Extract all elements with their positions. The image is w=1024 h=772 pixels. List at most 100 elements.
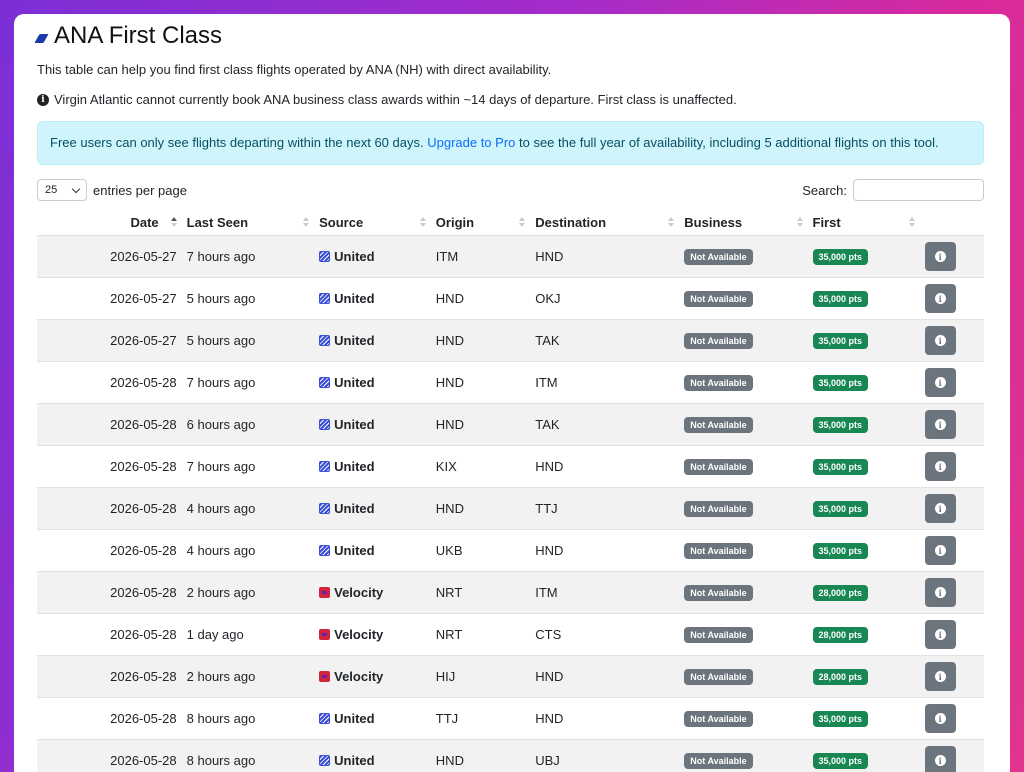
cell-first: 35,000 pts [812, 319, 925, 362]
details-button[interactable]: i [924, 536, 956, 565]
page-length-control: 25 entries per page [37, 179, 187, 201]
cell-business: Not Available [684, 403, 813, 446]
cell-destination: TAK [535, 403, 685, 446]
united-icon [319, 461, 331, 472]
cell-destination: TAK [535, 319, 685, 362]
business-status-badge: Not Available [684, 669, 753, 685]
first-points-badge: 28,000 pts [812, 627, 869, 643]
cell-origin: KIX [435, 445, 536, 488]
details-button[interactable]: i [924, 452, 956, 481]
sort-icon [419, 217, 426, 227]
cell-origin: NRT [435, 613, 536, 656]
cell-actions: i [924, 613, 984, 656]
info-icon: i [934, 335, 946, 346]
cell-last-seen: 5 hours ago [186, 319, 320, 362]
cell-destination: CTS [535, 613, 685, 656]
sort-icon [668, 217, 675, 227]
cell-business: Not Available [684, 319, 813, 362]
source-name: United [334, 459, 375, 474]
source-name: United [334, 711, 375, 726]
details-button[interactable]: i [924, 284, 956, 313]
details-button[interactable]: i [924, 494, 956, 523]
cell-source: United [319, 445, 436, 488]
cell-last-seen: 2 hours ago [186, 655, 320, 698]
table-row: 2026-05-28 8 hours ago United TTJ HND Not Ava… [37, 697, 984, 740]
details-button[interactable]: i [924, 746, 956, 772]
details-button[interactable]: i [924, 326, 956, 355]
business-status-badge: Not Available [684, 627, 753, 643]
info-icon: i [934, 251, 946, 262]
column-header-origin[interactable]: Origin [436, 209, 535, 236]
cell-date: 2026-05-27 [37, 319, 187, 362]
cell-date: 2026-05-28 [37, 571, 187, 614]
info-icon: i [934, 377, 946, 388]
info-icon: i [934, 503, 946, 514]
first-points-badge: 28,000 pts [812, 585, 869, 601]
source-name: United [334, 333, 375, 348]
cell-last-seen: 4 hours ago [186, 487, 320, 530]
source-name: United [334, 501, 375, 516]
cell-date: 2026-05-28 [37, 613, 187, 656]
cell-business: Not Available [684, 655, 813, 698]
cell-destination: HND [535, 445, 685, 488]
details-button[interactable]: i [924, 662, 956, 691]
business-status-badge: Not Available [684, 417, 753, 433]
first-points-badge: 35,000 pts [812, 459, 869, 475]
united-icon [319, 293, 331, 304]
column-header-source[interactable]: Source [319, 209, 436, 236]
ana-logo-icon [34, 33, 49, 43]
source-name: United [334, 753, 375, 768]
cell-date: 2026-05-28 [37, 697, 187, 740]
cell-origin: ITM [435, 235, 536, 278]
first-points-badge: 35,000 pts [812, 501, 869, 517]
first-points-badge: 35,000 pts [812, 711, 869, 727]
info-icon: i [934, 671, 946, 682]
details-button[interactable]: i [924, 410, 956, 439]
column-header-date[interactable]: Date [37, 209, 187, 236]
business-status-badge: Not Available [684, 711, 753, 727]
cell-origin: HIJ [435, 655, 536, 698]
details-button[interactable]: i [924, 704, 956, 733]
upgrade-link[interactable]: Upgrade to Pro [427, 135, 515, 150]
column-header-last-seen[interactable]: Last Seen [187, 209, 319, 236]
cell-source: United [319, 361, 436, 404]
search-input[interactable] [853, 179, 984, 201]
info-icon: i [934, 293, 946, 304]
page-length-value: 25 [45, 184, 58, 196]
cell-source: Velocity [319, 613, 436, 656]
cell-destination: TTJ [535, 487, 685, 530]
business-status-badge: Not Available [684, 753, 753, 769]
cell-actions: i [924, 655, 984, 698]
details-button[interactable]: i [924, 242, 956, 271]
business-status-badge: Not Available [684, 375, 753, 391]
details-button[interactable]: i [924, 368, 956, 397]
page-length-select[interactable]: 25 [37, 179, 87, 201]
first-points-badge: 35,000 pts [812, 291, 869, 307]
cell-source: Velocity [319, 571, 436, 614]
table-row: 2026-05-28 8 hours ago United HND UBJ Not Ava… [37, 739, 984, 772]
cell-first: 35,000 pts [812, 697, 925, 740]
cell-destination: HND [535, 697, 685, 740]
details-button[interactable]: i [924, 578, 956, 607]
cell-source: United [319, 529, 436, 572]
column-header-business[interactable]: Business [684, 209, 812, 236]
info-icon: i [37, 94, 49, 106]
column-header-first[interactable]: First [813, 209, 925, 236]
search-control: Search: [802, 179, 984, 201]
united-icon [319, 251, 331, 262]
cell-business: Not Available [684, 697, 813, 740]
source-name: United [334, 249, 375, 264]
alert-text-after: to see the full year of availability, in… [515, 135, 939, 150]
business-status-badge: Not Available [684, 543, 753, 559]
united-icon [319, 545, 331, 556]
sort-icon [303, 217, 310, 227]
cell-origin: HND [435, 361, 536, 404]
table-row: 2026-05-27 5 hours ago United HND TAK Not Ava… [37, 319, 984, 362]
table-row: 2026-05-28 4 hours ago United UKB HND Not Ava… [37, 529, 984, 572]
cell-first: 35,000 pts [812, 739, 925, 772]
cell-date: 2026-05-27 [37, 235, 187, 278]
cell-last-seen: 1 day ago [186, 613, 320, 656]
main-card: ANA First Class This table can help you … [14, 14, 1010, 772]
column-header-destination[interactable]: Destination [535, 209, 684, 236]
details-button[interactable]: i [924, 620, 956, 649]
